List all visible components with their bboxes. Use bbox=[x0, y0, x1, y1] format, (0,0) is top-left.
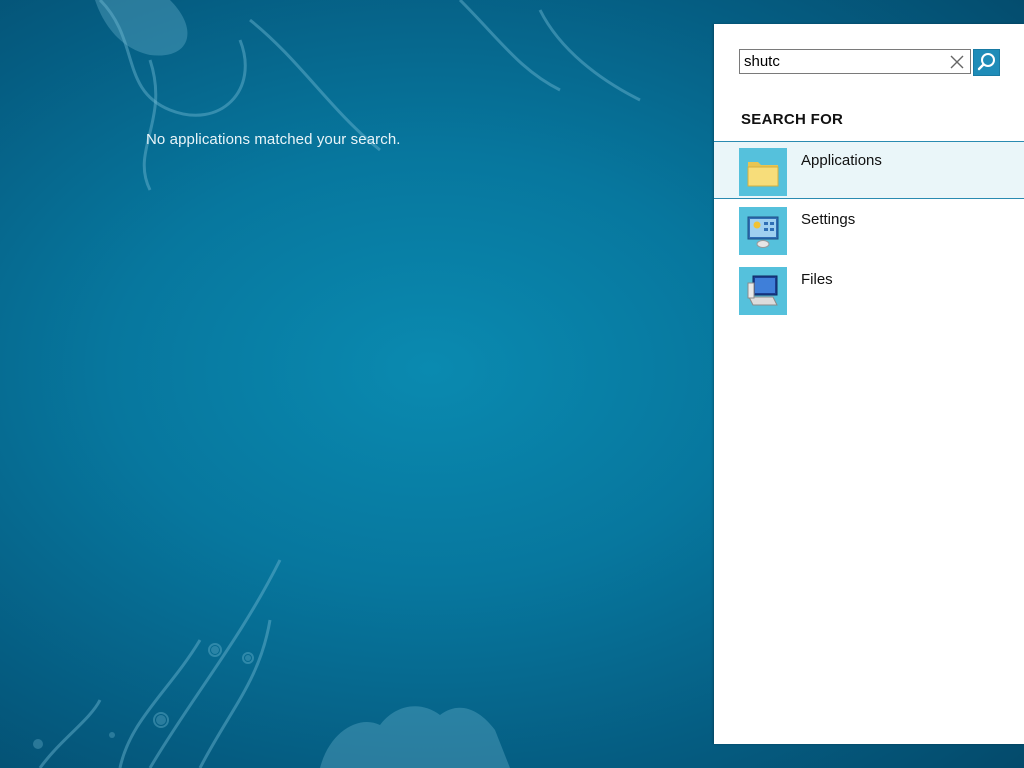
category-label-files: Files bbox=[801, 271, 833, 288]
search-icon bbox=[974, 53, 999, 79]
category-label-applications: Applications bbox=[801, 152, 882, 169]
computer-files-icon bbox=[739, 267, 787, 315]
close-icon[interactable] bbox=[948, 53, 966, 71]
no-results-message: No applications matched your search. bbox=[146, 131, 401, 148]
search-charm-panel: SEARCH FOR Applications Settings bbox=[714, 24, 1024, 744]
category-files[interactable]: Files bbox=[714, 261, 1024, 319]
control-panel-icon bbox=[739, 207, 787, 255]
search-box[interactable] bbox=[739, 49, 971, 74]
search-for-heading: SEARCH FOR bbox=[741, 111, 844, 128]
folder-icon bbox=[739, 148, 787, 196]
category-applications[interactable]: Applications bbox=[714, 141, 1024, 199]
category-settings[interactable]: Settings bbox=[714, 201, 1024, 259]
search-input[interactable] bbox=[740, 50, 944, 73]
search-button[interactable] bbox=[973, 49, 1000, 76]
category-label-settings: Settings bbox=[801, 211, 856, 228]
